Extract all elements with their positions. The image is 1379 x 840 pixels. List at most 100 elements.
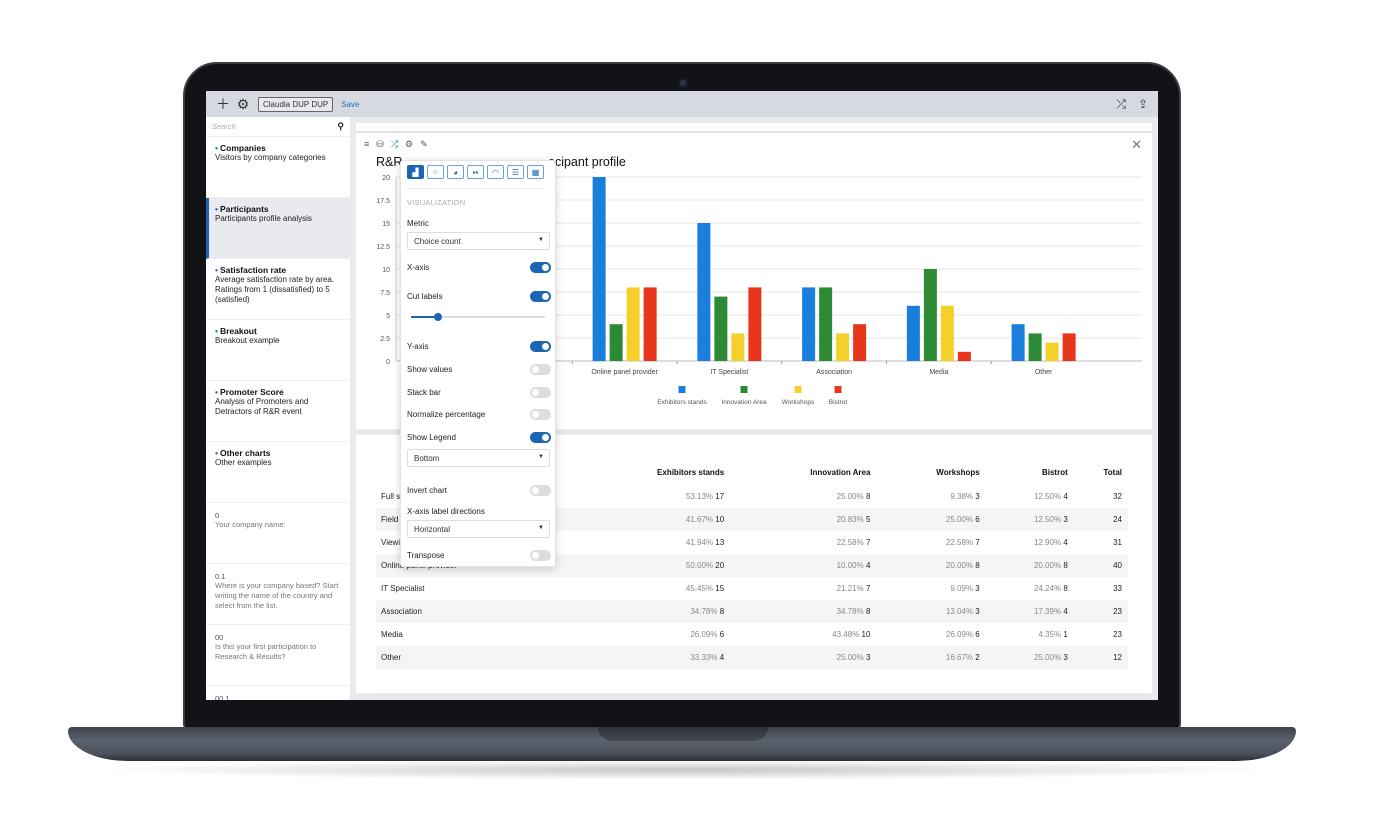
gear-icon[interactable]: ⚙ xyxy=(236,96,250,112)
cell-count: 10 xyxy=(715,515,725,524)
show-legend-label: Show Legend xyxy=(407,433,456,442)
transpose-toggle[interactable] xyxy=(530,550,551,561)
cell-count: 10 xyxy=(861,630,871,639)
sidebar-item-title: • Participants xyxy=(215,204,341,214)
sidebar-item-label: Promoter Score xyxy=(219,387,284,397)
cell-count: 8 xyxy=(975,561,980,570)
y-axis-toggle[interactable] xyxy=(530,341,551,352)
slider-handle[interactable] xyxy=(433,313,442,321)
cell-count: 8 xyxy=(865,607,871,616)
gauge-icon[interactable]: ◠ xyxy=(487,165,504,179)
sidebar-item-other-charts[interactable]: • Other charts Other examples xyxy=(206,442,350,503)
chevron-down-icon: ▼ xyxy=(538,525,544,531)
top-bar: ＋ ⚙ Claudia DUP DUP Save ⤮ ⇪ xyxy=(206,91,1158,117)
search-icon[interactable]: ⚲ xyxy=(337,121,344,132)
cut-labels-slider[interactable] xyxy=(411,313,545,321)
table-cell: 26.09% 6 xyxy=(876,623,985,646)
question-item[interactable]: 0.1 Where is your company based? Start w… xyxy=(206,564,350,625)
pie-icon[interactable]: ◕ xyxy=(447,165,464,179)
row-label: IT Specialist xyxy=(381,584,425,593)
toggle-knob xyxy=(542,434,549,441)
x-label-direction-value: Horizontal xyxy=(414,525,451,534)
user-button[interactable]: Claudia DUP DUP xyxy=(258,96,334,112)
cell-percent: 20.83% xyxy=(836,515,864,524)
legend-position-select[interactable]: Bottom ▼ xyxy=(407,449,550,467)
row-total: 12 xyxy=(1073,646,1128,669)
sidebar-item-title: • Satisfaction rate xyxy=(215,265,341,275)
collapsed-card xyxy=(356,123,1152,131)
bar xyxy=(923,269,937,361)
cell-percent: 9.38% xyxy=(950,492,974,501)
legend-swatch xyxy=(678,386,686,393)
show-values-label: Show values xyxy=(407,365,453,374)
column-header[interactable]: Total xyxy=(1074,459,1128,485)
cell-count: 13 xyxy=(715,538,725,547)
table-cell: 24.24% 8 xyxy=(986,577,1074,600)
row-total: 24 xyxy=(1073,508,1128,531)
sidebar: Search ⚲ • Companies Visitors by company … xyxy=(206,117,350,700)
x-tick-label: Other xyxy=(1035,369,1053,376)
cut-labels-toggle[interactable] xyxy=(530,291,551,302)
search-input[interactable]: Search ⚲ xyxy=(206,117,350,137)
y-tick-label: 20 xyxy=(382,175,390,182)
metric-select[interactable]: Choice count ▼ xyxy=(407,232,550,250)
cell-percent: 4.35% xyxy=(1038,630,1062,639)
table-cell: 25.00% 3 xyxy=(985,646,1074,669)
question-text: Where is your company based? Start writi… xyxy=(215,581,339,610)
cell-count: 1 xyxy=(1063,630,1068,639)
visualization-type-buttons: ▟ ⁘ ◕ ▪▪ ◠ ☰ ▦ xyxy=(407,165,544,179)
cell-count: 3 xyxy=(975,584,980,593)
cell-count: 20 xyxy=(715,561,725,570)
sidebar-item-satisfaction-rate[interactable]: • Satisfaction rate Average satisfaction … xyxy=(206,259,350,320)
columns-icon[interactable]: ▪▪ xyxy=(467,165,484,179)
column-header[interactable]: Innovation Area xyxy=(730,459,876,485)
list-icon[interactable]: ☰ xyxy=(507,165,524,179)
sidebar-item-label: Breakout xyxy=(219,326,257,336)
normalize-toggle[interactable] xyxy=(530,409,551,420)
cell-percent: 53.13% xyxy=(685,492,714,501)
divider xyxy=(407,188,545,189)
table-cell: 41.94% 13 xyxy=(568,531,730,554)
column-header[interactable]: Bistrot xyxy=(986,459,1074,485)
legend-swatch xyxy=(740,386,748,393)
toggle-knob xyxy=(532,366,539,373)
question-item[interactable]: 0 Your company name: xyxy=(206,503,350,564)
invert-chart-label: Invert chart xyxy=(407,486,448,495)
sidebar-item-breakout[interactable]: • Breakout Breakout example xyxy=(206,320,350,381)
column-header[interactable]: Workshops xyxy=(876,459,985,485)
plus-icon[interactable]: ＋ xyxy=(216,96,230,112)
x-label-direction-select[interactable]: Horizontal ▼ xyxy=(407,520,550,538)
save-button[interactable]: Save xyxy=(341,100,359,109)
bar-chart-icon[interactable]: ▟ xyxy=(407,165,424,179)
table-icon[interactable]: ▦ xyxy=(527,165,544,179)
question-item[interactable]: 00 Is this your first participation to R… xyxy=(206,625,350,686)
cell-count: 6 xyxy=(975,515,980,524)
cell-percent: 9.09% xyxy=(950,584,974,593)
cell-count: 6 xyxy=(975,630,980,639)
invert-chart-toggle[interactable] xyxy=(530,485,551,496)
sidebar-item-label: Companies xyxy=(219,143,266,153)
x-tick-label: IT Specialist xyxy=(710,369,748,376)
laptop-shadow xyxy=(90,760,1280,780)
sidebar-item-title: • Companies xyxy=(215,143,341,153)
cell-count: 8 xyxy=(1063,584,1068,593)
stack-bar-toggle[interactable] xyxy=(530,387,551,398)
cell-count: 8 xyxy=(719,607,725,616)
table-cell: 17.39% 4 xyxy=(985,600,1074,623)
share-icon[interactable]: ⇪ xyxy=(1138,97,1148,112)
scatter-icon[interactable]: ⁘ xyxy=(427,165,444,179)
cell-percent: 25.00% xyxy=(945,515,974,524)
show-legend-toggle[interactable] xyxy=(530,432,551,443)
sidebar-item-companies[interactable]: • Companies Visitors by company categorie… xyxy=(206,137,350,198)
show-values-toggle[interactable] xyxy=(530,364,551,375)
sidebar-item-promoter-score[interactable]: • Promoter Score Analysis of Promoters an… xyxy=(206,381,350,442)
x-axis-toggle[interactable] xyxy=(530,262,551,273)
question-item[interactable]: 00.1 xyxy=(206,686,350,700)
sidebar-item-participants[interactable]: • Participants Participants profile analy… xyxy=(206,198,350,259)
search-placeholder: Search xyxy=(212,122,236,131)
cell-count: 5 xyxy=(865,515,871,524)
shuffle-icon[interactable]: ⤮ xyxy=(1116,97,1126,112)
cell-count: 17 xyxy=(715,492,725,501)
cell-percent: 43.48% xyxy=(832,630,860,639)
column-header[interactable]: Exhibitors stands xyxy=(568,459,730,485)
